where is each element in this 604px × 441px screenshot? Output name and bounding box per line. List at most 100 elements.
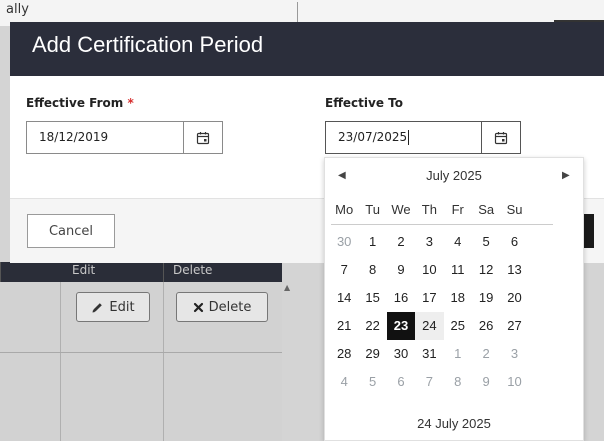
grid-delete-button[interactable]: Delete bbox=[176, 292, 268, 322]
grid-delete-label: Delete bbox=[208, 299, 252, 315]
triangle-right-icon[interactable]: ▶ bbox=[562, 170, 570, 181]
weekday-header: We bbox=[391, 202, 411, 217]
day-cell[interactable]: 6 bbox=[387, 368, 415, 396]
save-button[interactable] bbox=[583, 214, 594, 248]
day-cell[interactable]: 7 bbox=[330, 256, 358, 284]
day-cell[interactable]: 16 bbox=[387, 284, 415, 312]
day-cell[interactable]: 10 bbox=[500, 368, 528, 396]
day-cell-selected[interactable]: 23 bbox=[386, 312, 416, 340]
grid-header-separator bbox=[163, 262, 164, 282]
day-cell[interactable]: 21 bbox=[330, 312, 358, 340]
datepicker-days-grid: 30 1 2 3 4 5 6 7 8 9 10 11 12 13 14 15 16 17 18 19 20 21 22 23 2… bbox=[330, 228, 580, 396]
effective-to-value[interactable]: 23/07/2025 bbox=[326, 122, 481, 153]
day-cell[interactable]: 14 bbox=[330, 284, 358, 312]
pencil-icon bbox=[92, 302, 103, 312]
grid-edit-button[interactable]: Edit bbox=[76, 292, 150, 322]
day-cell[interactable]: 26 bbox=[472, 312, 500, 340]
background-grid: Edit Delete Edit Delete bbox=[0, 262, 282, 441]
day-cell[interactable]: 9 bbox=[472, 368, 500, 396]
week-row: 30 1 2 3 4 5 6 bbox=[330, 228, 580, 256]
effective-to-label-text: Effective To bbox=[325, 96, 403, 110]
day-cell[interactable]: 6 bbox=[500, 228, 528, 256]
day-cell[interactable]: 8 bbox=[444, 368, 472, 396]
day-cell[interactable]: 3 bbox=[415, 228, 443, 256]
grid-body: Edit Delete bbox=[0, 282, 282, 441]
datepicker-month-label[interactable]: July 2025 bbox=[325, 168, 583, 183]
week-row: 21 22 23 24 25 26 27 bbox=[330, 312, 580, 340]
calendar-icon bbox=[494, 131, 508, 144]
day-cell[interactable]: 4 bbox=[444, 228, 472, 256]
day-cell[interactable]: 25 bbox=[444, 312, 472, 340]
day-cell[interactable]: 2 bbox=[472, 340, 500, 368]
day-cell[interactable]: 2 bbox=[387, 228, 415, 256]
cancel-button[interactable]: Cancel bbox=[27, 214, 115, 248]
weekday-header-row: Mo Tu We Th Fr Sa Su bbox=[330, 202, 580, 222]
effective-from-value[interactable]: 18/12/2019 bbox=[27, 122, 183, 153]
day-cell[interactable]: 27 bbox=[500, 312, 528, 340]
grid-header-delete: Delete bbox=[173, 263, 213, 277]
grid-column-separator bbox=[163, 282, 164, 441]
datepicker-today-button[interactable]: 24 July 2025 bbox=[325, 416, 583, 431]
week-row: 28 29 30 31 1 2 3 bbox=[330, 340, 580, 368]
day-cell[interactable]: 1 bbox=[444, 340, 472, 368]
effective-from-label-text: Effective From bbox=[26, 96, 124, 110]
weekday-header: Fr bbox=[451, 202, 464, 217]
day-cell[interactable]: 12 bbox=[472, 256, 500, 284]
weekday-divider bbox=[331, 224, 553, 225]
weekday-header: Sa bbox=[478, 202, 495, 217]
weekday-header: Su bbox=[506, 202, 523, 217]
grid-edit-label: Edit bbox=[109, 299, 135, 315]
modal-header: Add Certification Period bbox=[10, 22, 604, 76]
background-text-fragment: ally bbox=[6, 2, 29, 17]
datepicker-nav: ◀ July 2025 ▶ bbox=[325, 158, 583, 194]
day-cell[interactable]: 7 bbox=[415, 368, 443, 396]
modal-title: Add Certification Period bbox=[32, 32, 264, 57]
day-cell[interactable]: 5 bbox=[358, 368, 386, 396]
weekday-header: Tu bbox=[365, 202, 380, 217]
day-cell[interactable]: 17 bbox=[415, 284, 443, 312]
day-cell[interactable]: 30 bbox=[330, 228, 358, 256]
day-cell[interactable]: 9 bbox=[387, 256, 415, 284]
effective-from-field[interactable]: 18/12/2019 bbox=[26, 121, 223, 154]
text-caret bbox=[408, 130, 410, 145]
day-cell[interactable]: 28 bbox=[330, 340, 358, 368]
day-cell[interactable]: 18 bbox=[444, 284, 472, 312]
day-cell[interactable]: 20 bbox=[500, 284, 528, 312]
effective-from-label: Effective From * bbox=[26, 96, 134, 110]
grid-header-separator bbox=[0, 262, 1, 282]
day-cell[interactable]: 8 bbox=[358, 256, 386, 284]
week-row: 7 8 9 10 11 12 13 bbox=[330, 256, 580, 284]
scroll-up-arrow-icon[interactable]: ▲ bbox=[284, 283, 290, 292]
effective-from-calendar-button[interactable] bbox=[183, 122, 222, 153]
grid-row-divider bbox=[0, 352, 282, 353]
week-row: 4 5 6 7 8 9 10 bbox=[330, 368, 580, 396]
day-cell[interactable]: 31 bbox=[415, 340, 443, 368]
weekday-header: Mo bbox=[335, 202, 354, 217]
day-cell[interactable]: 29 bbox=[358, 340, 386, 368]
calendar-icon bbox=[196, 131, 210, 144]
effective-to-calendar-button[interactable] bbox=[481, 122, 520, 153]
day-cell[interactable]: 11 bbox=[444, 256, 472, 284]
x-icon bbox=[193, 302, 203, 312]
effective-to-field[interactable]: 23/07/2025 bbox=[325, 121, 521, 154]
week-row: 14 15 16 17 18 19 20 bbox=[330, 284, 580, 312]
grid-header-edit: Edit bbox=[72, 263, 96, 277]
weekday-header: Th bbox=[421, 202, 437, 217]
grid-header: Edit Delete bbox=[0, 262, 282, 282]
grid-column-separator bbox=[60, 282, 61, 441]
day-cell[interactable]: 3 bbox=[500, 340, 528, 368]
day-cell[interactable]: 30 bbox=[387, 340, 415, 368]
day-cell[interactable]: 13 bbox=[500, 256, 528, 284]
required-marker: * bbox=[127, 96, 134, 110]
day-cell[interactable]: 10 bbox=[415, 256, 443, 284]
day-cell[interactable]: 4 bbox=[330, 368, 358, 396]
day-cell[interactable]: 22 bbox=[358, 312, 386, 340]
day-cell[interactable]: 1 bbox=[358, 228, 386, 256]
day-cell-today[interactable]: 24 bbox=[415, 312, 444, 340]
day-cell[interactable]: 5 bbox=[472, 228, 500, 256]
day-cell[interactable]: 19 bbox=[472, 284, 500, 312]
datepicker-popup: ◀ July 2025 ▶ Mo Tu We Th Fr Sa Su 30 1 2 3 4 5 6 7 8 9… bbox=[324, 157, 584, 441]
effective-to-label: Effective To bbox=[325, 96, 403, 110]
effective-to-value-text: 23/07/2025 bbox=[338, 130, 408, 144]
day-cell[interactable]: 15 bbox=[358, 284, 386, 312]
